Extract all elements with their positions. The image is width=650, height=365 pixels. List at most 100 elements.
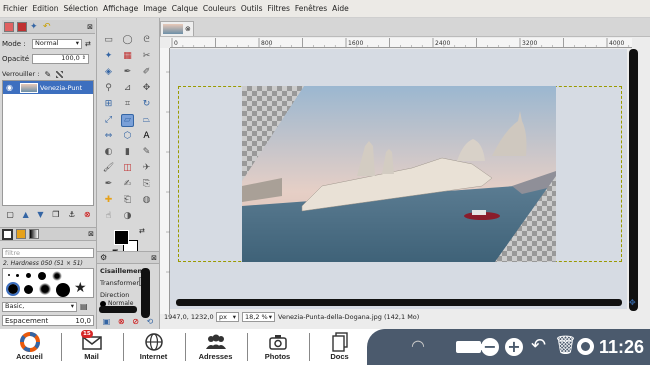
taskbar-app-accueil[interactable]: Accueil [2,331,57,365]
options-scrollbar[interactable] [141,268,150,318]
battery-icon[interactable] [456,341,481,353]
brushes-grid[interactable]: ★ [2,268,94,298]
close-options-icon[interactable]: ⊠ [151,254,157,262]
fuzzy-select-icon[interactable]: ✦ [102,50,115,63]
brush-preset-select[interactable]: Basic, ▾ [2,301,77,312]
unit-select[interactable]: px ▾ [216,312,239,322]
opacity-field[interactable]: 100,0 ⇕ [32,53,89,64]
wifi-icon[interactable]: ◠ [411,335,425,357]
anchor-icon[interactable]: ⚓ [68,210,75,219]
scale-icon[interactable]: ⤢ [102,114,115,127]
mode-select[interactable]: Normal ▾ [32,38,82,49]
zoom-select[interactable]: 18,2 % ▾ [242,312,275,322]
taskbar-app-internet[interactable]: Internet [126,331,181,365]
zoom-in-icon[interactable]: + [505,338,523,356]
raise-layer-icon[interactable]: ▲ [23,210,29,219]
rect-select-icon[interactable]: ▭ [102,34,115,47]
flip-icon[interactable]: ⇔ [102,130,115,143]
undo-icon[interactable]: ↶ [531,335,546,357]
mypaint-icon[interactable]: ✍ [121,178,134,191]
color-select-icon[interactable]: ▦ [121,50,134,63]
canvas-viewport[interactable] [170,49,627,309]
lower-layer-icon[interactable]: ▼ [37,210,43,219]
taskbar-app-docs[interactable]: Docs [312,331,367,365]
gradient-icon[interactable]: ▮ [121,146,134,159]
zoom-out-icon[interactable]: − [481,338,499,356]
trash-icon[interactable]: 🗑 [554,335,577,357]
paths-icon[interactable]: ✒ [121,66,134,79]
brush-dot[interactable] [38,272,46,280]
eraser-icon[interactable]: ◫ [121,162,134,175]
save-options-icon[interactable]: ▣ [103,317,111,326]
heal-icon[interactable]: ✚ [102,194,115,207]
undo-tab-icon[interactable]: ↶ [43,22,53,32]
new-layer-icon[interactable]: ▢ [6,210,14,219]
vertical-scrollbar[interactable] [629,49,638,311]
dodge-burn-icon[interactable]: ◑ [121,210,134,223]
spacing-value[interactable]: 10,0 [75,317,91,325]
brush-dot[interactable] [8,274,10,276]
brush-dot[interactable] [24,285,33,294]
eye-icon[interactable]: ◉ [6,83,20,92]
taskbar-app-adresses[interactable]: Adresses [188,331,243,365]
patterns-tab-icon[interactable] [16,229,26,239]
help-lifebuoy-icon[interactable] [577,338,594,355]
pencil-icon[interactable]: ✎ [140,146,153,159]
foreground-color-swatch[interactable] [114,230,129,245]
options-hscrollbar[interactable] [99,306,137,313]
brush-dot[interactable] [16,274,19,277]
layers-tab-icon[interactable] [4,21,14,32]
lasso-icon[interactable]: ᘓ [140,34,153,47]
align-icon[interactable]: ⊞ [102,98,115,111]
perspective-clone-icon[interactable]: ⎗ [121,194,134,207]
brush-preset-menu-icon[interactable]: ▤ [80,302,88,311]
clone-icon[interactable]: ⎘ [140,178,153,191]
zoom-icon[interactable]: ⚲ [102,82,115,95]
delete-layer-icon[interactable]: ⊗ [84,210,91,219]
swap-colors-icon[interactable]: ⇄ [139,227,145,235]
taskbar-app-photos[interactable]: Photos [250,331,305,365]
cage-icon[interactable]: ⬡ [121,130,134,143]
brush-dot-selected[interactable] [6,282,20,296]
crop-icon[interactable]: ⌗ [121,98,134,111]
layer-name[interactable]: Venezia-Punt [40,84,82,92]
text-icon[interactable]: A [140,130,153,143]
image-tab[interactable]: ⊗ [160,21,194,36]
brushes-tab-icon[interactable] [2,228,13,240]
close-tab-icon[interactable]: ⊗ [185,25,191,33]
brush-dot[interactable] [56,283,70,297]
color-picker-icon[interactable]: ✐ [140,66,153,79]
taskbar-app-mail[interactable]: 15 Mail [64,330,119,365]
close-dock-icon[interactable]: ⊠ [87,23,93,31]
menu-item-1[interactable]: Edition [33,4,59,13]
paintbrush-icon[interactable]: 🖌 [102,162,115,175]
bucket-fill-icon[interactable]: ◐ [102,146,115,159]
menu-item-4[interactable]: Image [143,4,167,13]
airbrush-icon[interactable]: ✈ [140,162,153,175]
channels-tab-icon[interactable] [17,21,27,32]
brush-dot[interactable] [39,283,51,295]
menu-item-2[interactable]: Sélection [63,4,98,13]
perspective-icon[interactable]: ⏢ [140,114,153,127]
menu-item-6[interactable]: Couleurs [203,4,236,13]
menu-item-10[interactable]: Aide [332,4,349,13]
menu-item-5[interactable]: Calque [172,4,198,13]
ellipse-select-icon[interactable]: ◯ [121,34,134,47]
rotate-icon[interactable]: ↻ [140,98,153,111]
close-brushes-dock-icon[interactable]: ⊠ [88,230,94,238]
mode-reset-icon[interactable]: ⇄ [85,40,91,48]
scissors-icon[interactable]: ✂ [140,50,153,63]
lock-pixels-icon[interactable]: ✎ [44,70,51,79]
shear-icon[interactable]: ▱ [121,114,134,127]
reset-options-icon[interactable]: ⟲ [146,317,153,326]
menu-item-8[interactable]: Filtres [268,4,290,13]
smudge-icon[interactable]: ☝ [102,210,115,223]
layer-row[interactable]: ◉ Venezia-Punt [3,81,93,94]
horizontal-scrollbar[interactable] [176,299,622,306]
foreground-select-icon[interactable]: ◈ [102,66,115,79]
brush-dot[interactable] [26,273,31,278]
ink-icon[interactable]: ✒ [102,178,115,191]
menu-item-9[interactable]: Fenêtres [295,4,327,13]
menu-item-7[interactable]: Outils [241,4,263,13]
duplicate-layer-icon[interactable]: ❐ [52,210,59,219]
